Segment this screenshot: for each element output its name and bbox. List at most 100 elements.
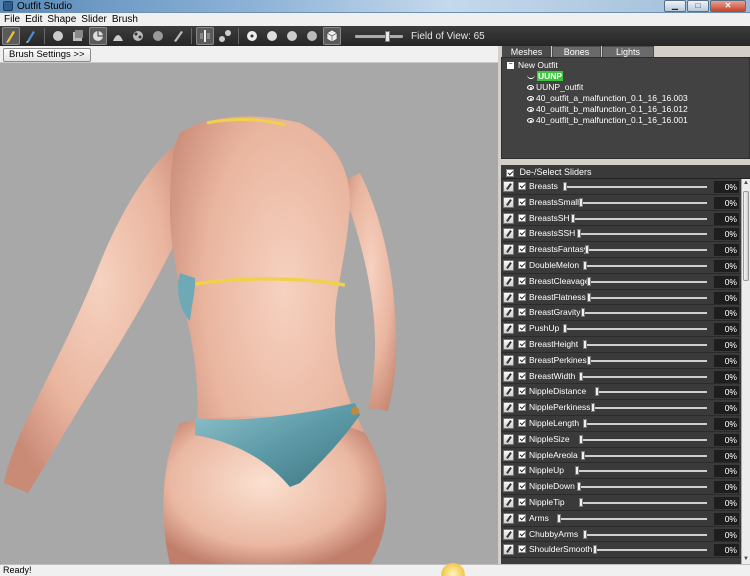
slider-checkbox[interactable] (518, 276, 526, 285)
edit-slider-icon[interactable] (503, 228, 514, 240)
slider-checkbox[interactable] (518, 213, 526, 222)
slider-thumb[interactable] (581, 308, 585, 318)
slider-value-field[interactable]: 0% (714, 497, 739, 509)
edit-slider-icon[interactable] (503, 433, 514, 445)
slider-track[interactable] (591, 407, 707, 410)
slider-checkbox[interactable] (518, 434, 526, 443)
slider-track[interactable] (571, 217, 707, 220)
edit-slider-icon[interactable] (503, 449, 514, 461)
edit-slider-icon[interactable] (503, 354, 514, 366)
mesh-item[interactable]: 40_outfit_a_malfunction_0.1_16_16.003 (527, 93, 688, 104)
slider-thumb[interactable] (587, 292, 591, 302)
slider-checkbox[interactable] (518, 355, 526, 364)
slider-track[interactable] (557, 517, 707, 520)
tab-meshes[interactable]: Meshes (502, 46, 551, 57)
slider-track[interactable] (587, 296, 707, 299)
tab-lights[interactable]: Lights (602, 46, 654, 57)
slider-thumb[interactable] (585, 245, 589, 255)
slider-thumb[interactable] (579, 197, 583, 207)
inflate-brush-button[interactable] (49, 27, 67, 45)
scroll-down-icon[interactable]: ▼ (742, 555, 750, 564)
slider-value-field[interactable]: 0% (714, 307, 739, 320)
slider-checkbox[interactable] (518, 292, 526, 301)
menu-file[interactable]: File (4, 13, 25, 26)
scroll-up-icon[interactable]: ▲ (742, 179, 750, 188)
pencil-button[interactable] (169, 27, 187, 45)
brush-size-2-button[interactable] (263, 27, 281, 45)
slider-thumb[interactable] (575, 466, 579, 476)
slider-checkbox[interactable] (518, 245, 526, 254)
slider-checkbox[interactable] (518, 308, 526, 317)
brush-settings-button[interactable]: Brush Settings >> (3, 48, 91, 62)
mesh-tree-root[interactable]: − New Outfit (507, 60, 558, 71)
slider-value-field[interactable]: 0% (714, 181, 739, 193)
slider-thumb[interactable] (587, 276, 591, 286)
mirror-toggle-button[interactable] (196, 27, 214, 45)
slider-thumb[interactable] (587, 355, 591, 365)
slider-track[interactable] (587, 359, 707, 362)
connected-toggle-button[interactable] (216, 27, 234, 45)
slider-checkbox[interactable] (518, 545, 526, 554)
slider-thumb[interactable] (577, 229, 581, 239)
slider-track[interactable] (579, 438, 707, 441)
slider-value-field[interactable]: 0% (714, 418, 739, 430)
mesh-item[interactable]: UUNP_outfit (527, 82, 583, 93)
slider-checkbox[interactable] (518, 513, 526, 522)
edit-slider-icon[interactable] (503, 291, 514, 303)
slider-thumb[interactable] (581, 450, 585, 460)
slider-track[interactable] (575, 470, 707, 473)
slider-value-field[interactable]: 0% (714, 449, 739, 462)
slider-thumb[interactable] (583, 419, 587, 428)
slider-value-field[interactable]: 0% (714, 512, 739, 525)
slider-track[interactable] (593, 549, 707, 552)
slider-track[interactable] (581, 454, 707, 457)
slider-value-field[interactable]: 0% (714, 212, 739, 225)
slider-track[interactable] (583, 533, 707, 536)
maximize-button[interactable]: □ (687, 0, 709, 12)
slider-value-field[interactable]: 0% (714, 433, 739, 446)
slider-value-field[interactable]: 0% (714, 481, 739, 494)
slider-checkbox[interactable] (518, 340, 526, 348)
slider-thumb[interactable] (579, 371, 583, 381)
edit-slider-icon[interactable] (503, 402, 514, 414)
edit-slider-icon[interactable] (503, 244, 514, 256)
slider-checkbox[interactable] (518, 419, 526, 427)
slider-track[interactable] (587, 280, 707, 283)
slider-checkbox[interactable] (518, 324, 526, 333)
mesh-item[interactable]: 40_outfit_b_malfunction_0.1_16_16.001 (527, 115, 688, 126)
select-brush-button[interactable] (2, 27, 20, 45)
slider-track[interactable] (577, 233, 707, 236)
slider-checkbox[interactable] (518, 197, 526, 206)
slider-value-field[interactable]: 0% (714, 370, 739, 383)
slider-value-field[interactable]: 0% (714, 291, 739, 304)
slider-thumb[interactable] (571, 213, 575, 223)
minimize-button[interactable]: ▁ (664, 0, 686, 12)
edit-slider-icon[interactable] (503, 307, 514, 319)
edit-slider-icon[interactable] (503, 481, 514, 493)
slider-checkbox[interactable] (518, 482, 526, 491)
slider-thumb[interactable] (583, 261, 587, 270)
undiff-brush-button[interactable] (149, 27, 167, 45)
slider-value-field[interactable]: 0% (714, 228, 739, 241)
menu-brush[interactable]: Brush (112, 13, 143, 26)
slider-value-field[interactable]: 0% (714, 354, 739, 367)
edit-slider-icon[interactable] (503, 370, 514, 382)
slider-checkbox[interactable] (518, 229, 526, 238)
edit-slider-icon[interactable] (503, 544, 514, 556)
slider-checkbox[interactable] (518, 371, 526, 380)
slider-thumb[interactable] (579, 434, 583, 444)
slider-track[interactable] (579, 201, 707, 204)
slider-value-field[interactable]: 0% (714, 260, 739, 272)
field-of-view-slider[interactable] (355, 30, 403, 42)
slider-track[interactable] (579, 375, 707, 378)
slider-checkbox[interactable] (518, 261, 526, 269)
slider-thumb[interactable] (583, 340, 587, 349)
select-all-sliders-checkbox[interactable] (506, 168, 514, 177)
edit-slider-icon[interactable] (503, 512, 514, 524)
edit-slider-icon[interactable] (503, 528, 514, 540)
slider-thumb[interactable] (595, 387, 599, 397)
slider-track[interactable] (581, 312, 707, 315)
menu-slider[interactable]: Slider (81, 13, 112, 26)
slider-checkbox[interactable] (518, 450, 526, 459)
mask-brush-button[interactable] (22, 27, 40, 45)
